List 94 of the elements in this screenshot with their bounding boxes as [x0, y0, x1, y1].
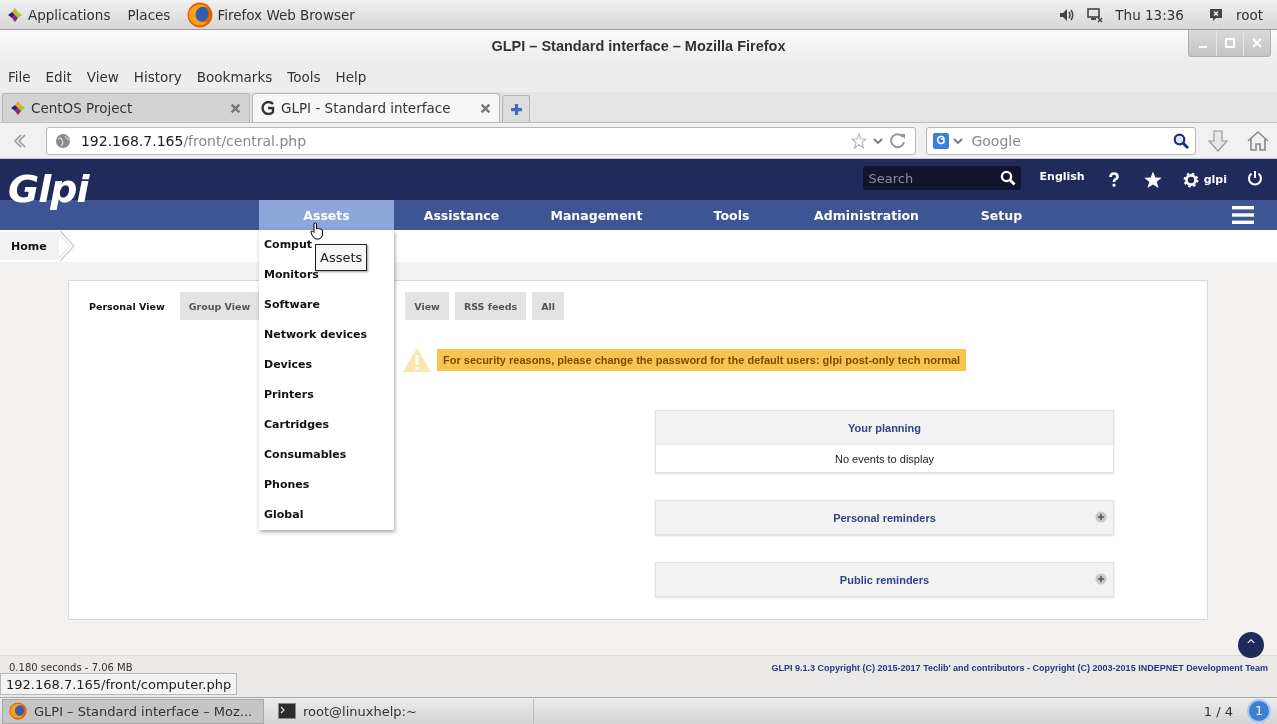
dropdown-item[interactable]: Cartridges [264, 418, 394, 432]
window-name: root@linuxhelp:~ [303, 703, 417, 719]
window-name: GLPI – Standard interface – Moz... [34, 703, 253, 719]
link-status-popup: 192.168.7.165/front/computer.php [0, 673, 238, 695]
bookmark-star-icon[interactable] [851, 132, 868, 149]
dropdown-item[interactable]: Phones [264, 478, 394, 492]
maximize-icon [1225, 38, 1235, 48]
plus-icon [509, 102, 523, 116]
url-text: 192.168.7.165/front/central.php [80, 132, 307, 149]
language-link[interactable]: English [1039, 170, 1085, 183]
panel-title[interactable]: Public reminders [839, 573, 930, 586]
menu-item[interactable]: History [133, 69, 182, 85]
reload-icon[interactable] [889, 131, 908, 150]
app-logo[interactable]: Glpi [8, 165, 89, 213]
menu-item[interactable]: Tools [287, 69, 321, 85]
close-icon [1252, 38, 1262, 48]
search-engine-icon[interactable] [933, 132, 950, 149]
timing-text: 0.180 seconds - 7.06 MB [9, 662, 133, 674]
tab-title: GLPI - Standard interface [281, 100, 451, 116]
user-name[interactable]: glpi [1203, 173, 1227, 186]
copyright-link[interactable]: GLPI 9.1.3 Copyright (C) 2015-2017 Teclib' and contributors - Copyright (C) 2003-2015 INDEPNET Development Team [771, 662, 1268, 674]
security-warning: For security reasons, please change the password for the default users: glpi post-only tech normal [437, 349, 967, 371]
window-title: GLPI – Standard interface – Mozilla Firefox [491, 38, 786, 54]
top-bar-menu[interactable]: Applications [28, 6, 111, 23]
search-field[interactable]: Search [862, 166, 1021, 190]
menu-tab[interactable]: Tools [664, 200, 799, 230]
view-tab[interactable]: All [532, 292, 565, 320]
pinwheel-logo-icon [8, 7, 22, 22]
warning-icon [402, 347, 432, 373]
view-tab[interactable]: RSS feeds [454, 292, 527, 320]
gear-icon[interactable] [1182, 171, 1199, 188]
chevron-icon [58, 230, 75, 262]
g-logo-icon [261, 101, 275, 115]
pinwheel-logo-icon [11, 101, 25, 115]
expand-plus-icon[interactable] [1095, 511, 1107, 523]
minimize-icon [1198, 46, 1207, 48]
dropdown-item[interactable]: Consumables [264, 448, 394, 462]
chat-bubble-icon[interactable] [1207, 6, 1224, 23]
panel-title[interactable]: Your planning [847, 421, 922, 434]
close-icon[interactable] [230, 102, 241, 114]
menu-tab[interactable]: Administration [799, 200, 934, 230]
menu-item[interactable]: View [86, 69, 119, 85]
menu-item[interactable]: Bookmarks [196, 69, 273, 85]
menu-item[interactable]: File [8, 69, 31, 85]
globe-icon [54, 132, 71, 149]
clock[interactable]: Thu 13:36 [1115, 6, 1184, 23]
browser-tab[interactable]: GLPI - Standard interface [252, 93, 500, 122]
search-icon[interactable] [999, 170, 1016, 186]
close-icon[interactable] [480, 102, 491, 114]
top-bar-menu[interactable]: Places [127, 6, 171, 23]
caret-icon[interactable] [873, 135, 884, 146]
dropdown-item[interactable]: Printers [264, 388, 394, 402]
terminal-icon [278, 703, 296, 719]
tooltip: Assets [315, 244, 368, 271]
notification-badge[interactable]: 1 [1247, 699, 1271, 723]
expand-plus-icon[interactable] [1095, 573, 1107, 585]
help-icon[interactable] [1107, 171, 1120, 188]
app-menu[interactable]: Firefox Web Browser [217, 6, 355, 23]
user-menu[interactable]: root [1235, 6, 1263, 23]
taskbar-button[interactable]: GLPI – Standard interface – Moz... [2, 698, 264, 724]
globe-logo-icon [9, 702, 27, 720]
globe-logo-icon[interactable] [187, 1, 214, 28]
workspace-indicator[interactable]: 1 / 4 [1203, 703, 1233, 719]
dropdown-item[interactable]: Network devices [264, 328, 394, 342]
panel-title[interactable]: Personal reminders [833, 511, 936, 524]
menu-tab[interactable]: Assistance [394, 200, 529, 230]
search-icon[interactable] [1173, 132, 1189, 149]
search-placeholder: Google [971, 132, 1021, 149]
new-tab-button[interactable] [502, 95, 530, 122]
star-icon[interactable] [1143, 170, 1162, 189]
dropdown-item[interactable]: Devices [264, 358, 394, 372]
network-icon[interactable] [1087, 6, 1104, 23]
dropdown-item[interactable]: Software [264, 298, 394, 312]
menu-tab[interactable]: Setup [934, 200, 1069, 230]
menu-tab[interactable]: Management [529, 200, 664, 230]
search-placeholder: Search [868, 170, 914, 186]
tab-title: CentOS Project [31, 100, 133, 116]
dropdown-item[interactable]: Monitors [264, 268, 394, 282]
address-field[interactable]: 192.168.7.165/front/central.php [45, 126, 917, 155]
download-arrow-icon[interactable] [1208, 129, 1228, 152]
view-tab[interactable]: Group View [179, 292, 260, 320]
panel-message: No events to display [834, 452, 935, 465]
caret-icon[interactable] [953, 135, 964, 146]
taskbar-button[interactable]: root@linuxhelp:~ [272, 698, 534, 724]
web-search-field[interactable]: Google [926, 126, 1196, 155]
menu-icon[interactable] [1232, 206, 1254, 224]
home-icon[interactable] [1246, 129, 1270, 152]
breadcrumb-link[interactable]: Home [0, 232, 59, 260]
view-tab[interactable]: View [405, 292, 449, 320]
menu-item[interactable]: Edit [45, 69, 72, 85]
power-icon[interactable] [1247, 169, 1263, 186]
dropdown-item[interactable]: Global [264, 508, 394, 522]
menu-item[interactable]: Help [335, 69, 367, 85]
browser-tab[interactable]: CentOS Project [2, 93, 250, 122]
